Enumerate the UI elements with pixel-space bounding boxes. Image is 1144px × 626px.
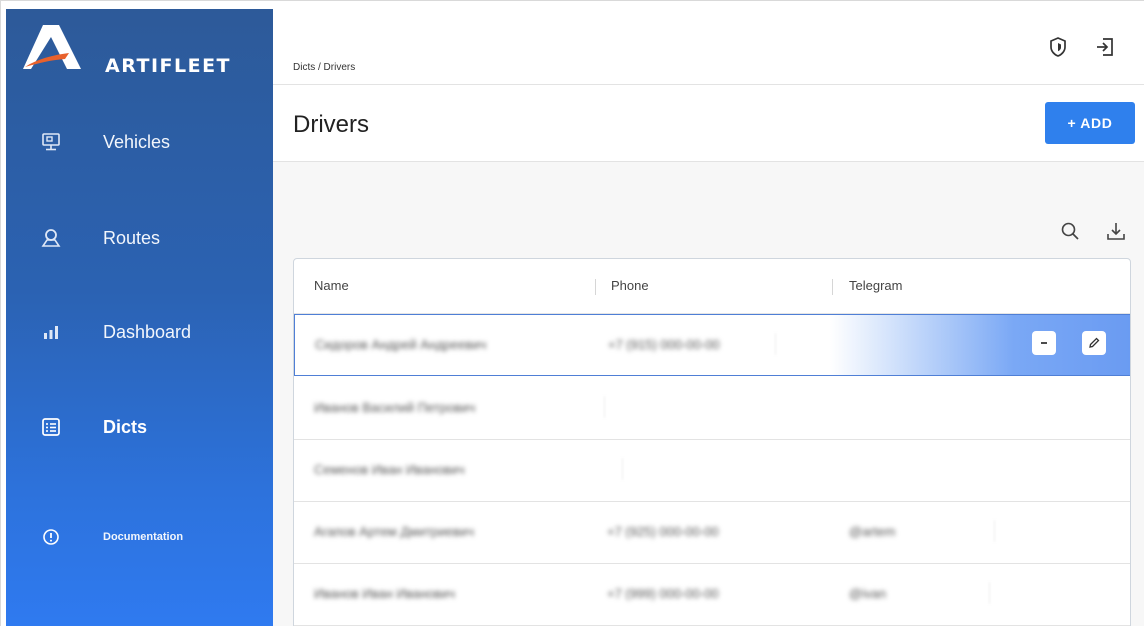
- minus-icon: [1041, 342, 1047, 344]
- breadcrumb[interactable]: Dicts / Drivers: [293, 62, 355, 73]
- sidebar: ARTIFLEET Vehicles Routes Dashboard Dict: [6, 9, 273, 626]
- sidebar-item-label: Vehicles: [103, 131, 171, 152]
- table-row[interactable]: Иванов Василий Петрович: [294, 378, 1130, 440]
- list-icon: [40, 416, 62, 438]
- driver-phone: +7 (999) 000-00-00: [607, 586, 719, 601]
- cell-divider: [622, 458, 623, 480]
- table-row[interactable]: Иванов Иван Иванович +7 (999) 000-00-00 …: [294, 564, 1130, 626]
- add-button[interactable]: + ADD: [1045, 102, 1135, 144]
- table-row[interactable]: Семенов Иван Иванович: [294, 440, 1130, 502]
- search-icon[interactable]: [1059, 220, 1081, 242]
- main-area: Dicts / Drivers Drivers + ADD Name Phone…: [273, 9, 1144, 626]
- table-row[interactable]: Агапов Артем Дмитриевич +7 (925) 000-00-…: [294, 502, 1130, 564]
- driver-name: Агапов Артем Дмитриевич: [314, 524, 474, 539]
- top-bar: Dicts / Drivers: [273, 9, 1144, 85]
- shield-icon[interactable]: [1046, 35, 1070, 59]
- logo-icon: [23, 25, 81, 69]
- page-header: Drivers + ADD: [273, 85, 1144, 162]
- brand-logo[interactable]: ARTIFLEET: [23, 25, 263, 77]
- driver-telegram: @artem: [849, 524, 896, 539]
- cell-divider: [989, 582, 990, 604]
- sidebar-item-documentation[interactable]: Documentation: [6, 512, 273, 562]
- sidebar-item-label: Dashboard: [103, 321, 192, 342]
- sidebar-item-label: Routes: [103, 227, 161, 248]
- logout-icon[interactable]: [1093, 35, 1117, 59]
- sidebar-item-routes[interactable]: Routes: [6, 213, 273, 263]
- sidebar-item-dashboard[interactable]: Dashboard: [6, 307, 273, 357]
- cell-divider: [994, 520, 995, 542]
- content-area: Name Phone Telegram Сидоров Андрей Андре…: [273, 162, 1144, 626]
- sidebar-item-dicts[interactable]: Dicts: [6, 402, 273, 452]
- column-header-name[interactable]: Name: [314, 278, 349, 293]
- column-divider[interactable]: [595, 279, 596, 295]
- pencil-icon: [1089, 337, 1100, 348]
- bar-chart-icon: [40, 321, 62, 343]
- column-header-telegram[interactable]: Telegram: [849, 278, 902, 293]
- drivers-table: Name Phone Telegram Сидоров Андрей Андре…: [293, 258, 1131, 626]
- driver-name: Иванов Василий Петрович: [314, 400, 476, 415]
- table-row[interactable]: Сидоров Андрей Андреевич +7 (915) 000-00…: [294, 314, 1130, 376]
- location-icon: [40, 227, 62, 249]
- driver-name: Иванов Иван Иванович: [314, 586, 456, 601]
- driver-phone: +7 (915) 000-00-00: [608, 337, 720, 352]
- sidebar-item-label: Dicts: [103, 416, 148, 437]
- info-icon: [40, 526, 62, 548]
- driver-name: Сидоров Андрей Андреевич: [315, 337, 487, 352]
- app-window: ARTIFLEET Vehicles Routes Dashboard Dict: [0, 0, 1144, 626]
- cell-divider: [775, 333, 776, 355]
- driver-name: Семенов Иван Иванович: [314, 462, 465, 477]
- page-title: Drivers: [293, 111, 369, 138]
- table-header: Name Phone Telegram: [294, 259, 1130, 314]
- driver-telegram: @ivan: [849, 586, 887, 601]
- column-header-phone[interactable]: Phone: [611, 278, 649, 293]
- edit-button[interactable]: [1082, 331, 1106, 355]
- brand-name: ARTIFLEET: [105, 55, 232, 77]
- sidebar-item-label: Documentation: [103, 531, 184, 543]
- cell-divider: [604, 396, 605, 418]
- download-icon[interactable]: [1105, 220, 1127, 242]
- monitor-icon: [40, 131, 62, 153]
- sidebar-item-vehicles[interactable]: Vehicles: [6, 117, 273, 167]
- column-divider[interactable]: [832, 279, 833, 295]
- driver-phone: +7 (925) 000-00-00: [607, 524, 719, 539]
- remove-button[interactable]: [1032, 331, 1056, 355]
